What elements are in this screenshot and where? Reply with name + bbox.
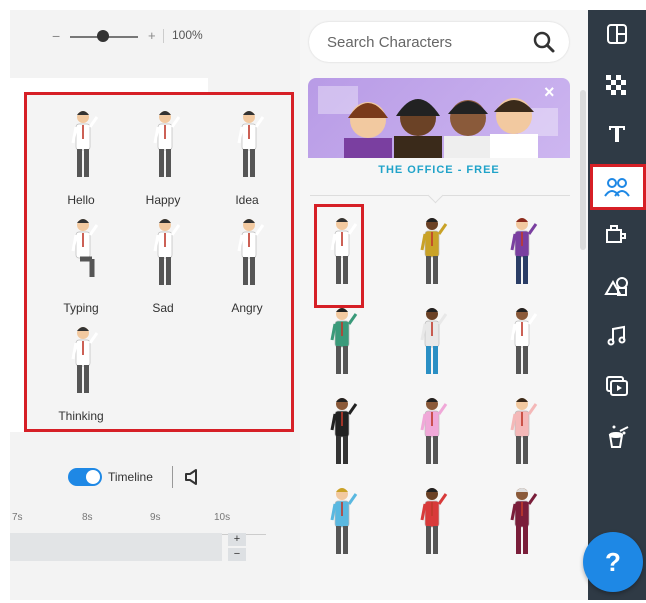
- zoom-slider-handle[interactable]: [97, 30, 109, 42]
- pose-figure-angry: [231, 217, 267, 298]
- pose-figure-idea: [231, 109, 267, 190]
- track-zoom-in-button[interactable]: +: [228, 533, 246, 546]
- character-item[interactable]: [494, 392, 554, 482]
- background-icon[interactable]: [594, 66, 640, 106]
- pose-figure-thinking: [65, 325, 101, 406]
- character-item[interactable]: [404, 482, 464, 572]
- character-item[interactable]: [404, 212, 464, 302]
- pose-label: Hello: [67, 193, 95, 207]
- pose-label: Happy: [145, 193, 181, 207]
- character-item[interactable]: [494, 482, 554, 572]
- toggle-knob: [86, 470, 100, 484]
- search-icon[interactable]: [532, 30, 556, 59]
- pose-label: Angry: [231, 301, 263, 315]
- library-scrollbar[interactable]: [580, 90, 586, 250]
- music-icon[interactable]: [594, 316, 640, 356]
- characters-icon[interactable]: [594, 167, 640, 207]
- banner-illustration: [318, 86, 558, 158]
- character-item[interactable]: [314, 302, 374, 392]
- pose-figure-happy: [147, 109, 183, 190]
- pose-thinking[interactable]: Thinking: [41, 317, 121, 427]
- pose-typing[interactable]: Typing: [41, 209, 121, 319]
- timeline-label: Timeline: [108, 470, 153, 484]
- timeline-tick: 9s: [150, 512, 161, 523]
- help-button[interactable]: ?: [583, 532, 643, 592]
- props-icon[interactable]: [594, 214, 640, 254]
- character-item[interactable]: [404, 302, 464, 392]
- zoom-in-button[interactable]: +: [148, 28, 156, 43]
- pose-label: Thinking: [58, 409, 104, 423]
- layout-icon[interactable]: [594, 14, 640, 54]
- character-item[interactable]: [404, 392, 464, 482]
- pose-happy[interactable]: Happy: [123, 101, 203, 211]
- zoom-out-button[interactable]: −: [52, 28, 60, 44]
- pose-label: Idea: [235, 193, 259, 207]
- pose-figure-hello: [65, 109, 101, 190]
- text-icon[interactable]: [594, 114, 640, 154]
- divider: [163, 29, 164, 43]
- pose-figure-typing: [65, 217, 101, 298]
- selected-character-highlight: [314, 204, 364, 308]
- pose-sad[interactable]: Sad: [123, 209, 203, 319]
- banner-close-icon[interactable]: ×: [544, 82, 555, 103]
- timeline-tick: 7s: [12, 512, 23, 523]
- search-placeholder: Search Characters: [327, 34, 453, 51]
- pose-panel: Hello Happy Idea Typing Sad Angry Thinki…: [24, 92, 294, 432]
- track-zoom-out-button[interactable]: −: [228, 548, 246, 561]
- timeline-track[interactable]: [10, 533, 222, 561]
- zoom-level: 100%: [172, 28, 203, 42]
- character-item[interactable]: [494, 302, 554, 392]
- timeline-tick: 8s: [82, 512, 93, 523]
- speaker-icon[interactable]: [183, 467, 203, 492]
- timeline-tick: 10s: [214, 512, 231, 523]
- pose-idea[interactable]: Idea: [207, 101, 287, 211]
- the-office-banner[interactable]: [308, 78, 570, 158]
- timeline-toggle[interactable]: [68, 468, 102, 486]
- pose-hello[interactable]: Hello: [41, 101, 121, 211]
- character-item[interactable]: [494, 212, 554, 302]
- character-item[interactable]: [314, 392, 374, 482]
- character-item[interactable]: [314, 482, 374, 572]
- pose-angry[interactable]: Angry: [207, 209, 287, 319]
- shapes-icon[interactable]: [594, 266, 640, 306]
- video-icon[interactable]: [594, 366, 640, 406]
- pose-label: Typing: [63, 301, 99, 315]
- divider: [172, 466, 173, 488]
- banner-title[interactable]: THE OFFICE - FREE: [308, 164, 570, 176]
- pose-label: Sad: [152, 301, 174, 315]
- pose-figure-sad: [147, 217, 183, 298]
- effects-icon[interactable]: [594, 416, 640, 456]
